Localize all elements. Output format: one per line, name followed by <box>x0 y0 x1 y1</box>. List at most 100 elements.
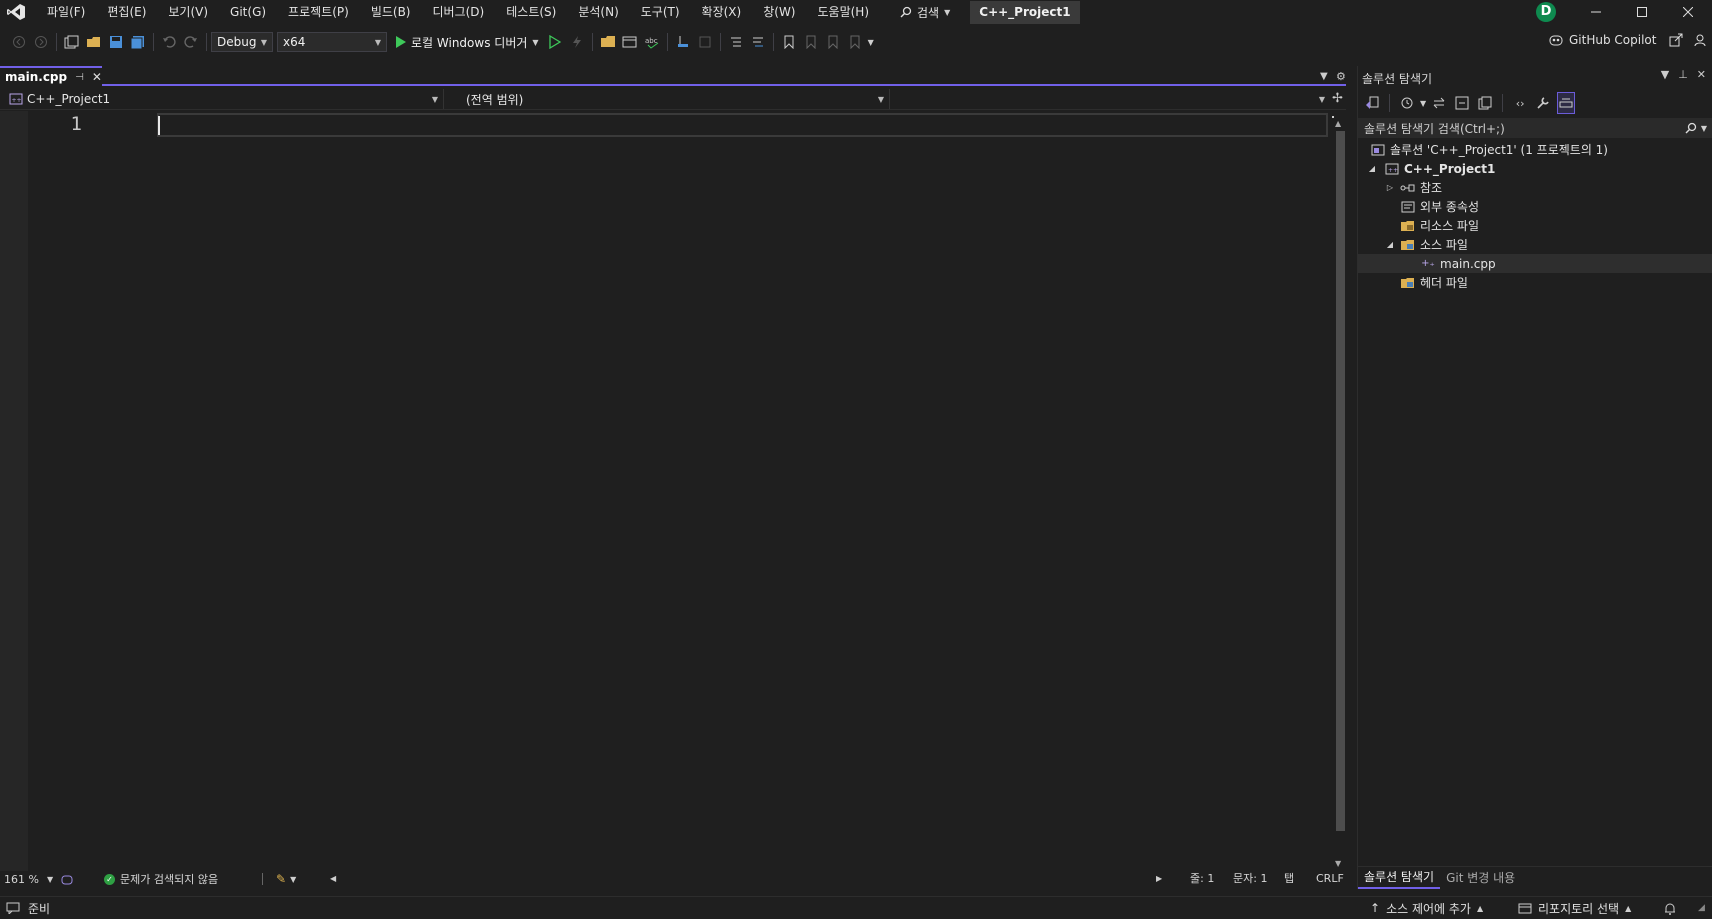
save-all-icon[interactable] <box>128 31 148 53</box>
layout-icon[interactable] <box>620 31 640 53</box>
solution-search-input[interactable]: 솔루션 탐색기 검색(Ctrl+;) ▼ <box>1358 118 1712 138</box>
menu-analyze[interactable]: 분석(N) <box>567 0 629 24</box>
back-icon[interactable] <box>9 31 29 53</box>
maximize-button[interactable] <box>1619 0 1665 24</box>
scrollbar-thumb[interactable] <box>1336 131 1345 831</box>
collapse-all-icon[interactable] <box>1453 92 1471 114</box>
tab-git-changes[interactable]: Git 변경 내용 <box>1440 869 1521 886</box>
tree-item-external-dependencies[interactable]: 외부 종속성 <box>1358 197 1712 216</box>
tree-item-solution[interactable]: 솔루션 'C++_Project1' (1 프로젝트의 1) <box>1358 140 1712 159</box>
split-window-icon[interactable]: ✢ <box>1332 91 1343 106</box>
tree-item-main-cpp[interactable]: +₊ main.cpp <box>1358 254 1712 273</box>
vertical-scrollbar[interactable]: ▲ ▼ <box>1334 111 1346 871</box>
hot-reload-icon[interactable] <box>567 31 587 53</box>
tab-main-cpp[interactable]: main.cpp ⊣ ✕ <box>0 66 102 86</box>
tab-list-dropdown-icon[interactable]: ▼ <box>1320 66 1328 86</box>
start-debugging-button[interactable]: 로컬 Windows 디버거 ▼ <box>395 34 539 51</box>
save-icon[interactable] <box>106 31 126 53</box>
zoom-select[interactable]: 161 % ▼ <box>4 871 73 887</box>
line-ending[interactable]: CRLF <box>1316 871 1344 887</box>
menu-help[interactable]: 도움말(H) <box>807 0 881 24</box>
avatar[interactable]: D <box>1536 2 1556 22</box>
pin-icon[interactable]: ⊥ <box>1678 68 1688 81</box>
menu-debug[interactable]: 디버그(D) <box>422 0 496 24</box>
code-editor[interactable]: 1 ▲ ▼ <box>0 111 1346 871</box>
minimize-button[interactable] <box>1573 0 1619 24</box>
next-bookmark-icon[interactable] <box>823 31 843 53</box>
new-project-icon[interactable] <box>62 31 82 53</box>
close-window-button[interactable] <box>1665 0 1711 24</box>
copilot-status-icon[interactable] <box>61 874 73 885</box>
gear-icon[interactable]: ⚙ <box>1336 66 1346 86</box>
start-without-debugging-icon[interactable] <box>545 31 565 53</box>
code-cleanup-button[interactable]: ✎ ▼ <box>276 871 296 887</box>
member-select[interactable]: ▼ <box>894 89 1330 109</box>
forward-icon[interactable] <box>31 31 51 53</box>
undo-icon[interactable] <box>159 31 179 53</box>
menu-view[interactable]: 보기(V) <box>157 0 219 24</box>
uncomment-icon[interactable] <box>748 31 768 53</box>
notifications-button[interactable] <box>1664 897 1676 919</box>
visual-studio-logo-icon[interactable] <box>3 0 29 24</box>
menu-test[interactable]: 테스트(S) <box>495 0 567 24</box>
project-scope-select[interactable]: ++ C++_Project1 ▼ <box>4 89 444 109</box>
configuration-select[interactable]: Debug ▼ <box>211 32 273 52</box>
chevron-down-icon[interactable]: ▼ <box>1701 124 1707 133</box>
menu-edit[interactable]: 편집(E) <box>96 0 157 24</box>
menu-extensions[interactable]: 확장(X) <box>691 0 753 24</box>
previous-bookmark-icon[interactable] <box>801 31 821 53</box>
scroll-down-icon[interactable]: ▼ <box>1335 859 1341 868</box>
close-tab-icon[interactable]: ✕ <box>92 70 102 84</box>
expanded-arrow-icon[interactable]: ◢ <box>1366 164 1378 173</box>
solution-folder-icon[interactable] <box>598 31 618 53</box>
add-to-source-control-button[interactable]: ↑ 소스 제어에 추가 ▲ <box>1370 897 1483 919</box>
tab-solution-explorer[interactable]: 솔루션 탐색기 <box>1358 867 1441 889</box>
platform-select[interactable]: x64 ▼ <box>277 32 387 52</box>
properties-icon[interactable] <box>1534 92 1552 114</box>
scroll-left-icon[interactable]: ◀ <box>330 874 336 883</box>
tree-item-header-files[interactable]: 헤더 파일 <box>1358 273 1712 292</box>
menu-build[interactable]: 빌드(B) <box>360 0 422 24</box>
menu-git[interactable]: Git(G) <box>219 0 277 24</box>
clear-bookmarks-icon[interactable] <box>845 31 865 53</box>
expanded-arrow-icon[interactable]: ◢ <box>1384 240 1396 249</box>
switch-views-icon[interactable] <box>1363 92 1381 114</box>
scroll-up-icon[interactable]: ▲ <box>1335 119 1341 128</box>
window-options-icon[interactable]: ▼ <box>1661 68 1669 81</box>
sync-icon[interactable] <box>1430 92 1448 114</box>
issues-indicator[interactable]: ✓ 문제가 검색되지 않음 <box>104 871 218 887</box>
global-scope-select[interactable]: (전역 범위) ▼ <box>448 89 890 109</box>
history-icon[interactable] <box>1398 92 1416 114</box>
github-copilot-button[interactable]: GitHub Copilot <box>1548 33 1708 47</box>
comment-out-icon[interactable] <box>726 31 746 53</box>
preview-selected-icon[interactable] <box>1557 92 1576 114</box>
char-position[interactable]: 문자: 1 <box>1233 871 1267 887</box>
pin-icon[interactable]: ⊣ <box>75 72 84 83</box>
tree-item-resource-files[interactable]: 리소스 파일 <box>1358 216 1712 235</box>
output-icon[interactable] <box>6 902 20 914</box>
menu-tools[interactable]: 도구(T) <box>630 0 691 24</box>
breakpoint-icon[interactable] <box>695 31 715 53</box>
tree-item-source-files[interactable]: ◢ 소스 파일 <box>1358 235 1712 254</box>
indicator-margin[interactable] <box>0 111 28 871</box>
menu-project[interactable]: 프로젝트(P) <box>277 0 360 24</box>
resize-grip-icon[interactable]: ◢ <box>1698 897 1705 919</box>
scroll-right-icon[interactable]: ▶ <box>1156 874 1162 883</box>
collapsed-arrow-icon[interactable]: ▷ <box>1384 183 1396 192</box>
select-repository-button[interactable]: 리포지토리 선택 ▲ <box>1518 897 1631 919</box>
open-file-icon[interactable] <box>84 31 104 53</box>
view-code-icon[interactable]: ‹› <box>1511 92 1529 114</box>
close-icon[interactable]: ✕ <box>1697 68 1706 81</box>
line-position[interactable]: 줄: 1 <box>1190 871 1214 887</box>
horizontal-scrollbar[interactable]: ◀ ▶ <box>330 874 1162 884</box>
menu-window[interactable]: 창(W) <box>752 0 806 24</box>
indent-mode[interactable]: 탭 <box>1284 871 1294 887</box>
menu-file[interactable]: 파일(F) <box>36 0 96 24</box>
tree-item-references[interactable]: ▷ 참조 <box>1358 178 1712 197</box>
tree-item-project[interactable]: ◢ ++ C++_Project1 <box>1358 159 1712 178</box>
step-icon[interactable] <box>673 31 693 53</box>
redo-icon[interactable] <box>181 31 201 53</box>
toolbar-overflow-icon[interactable]: ▼ <box>868 38 874 47</box>
menu-search[interactable]: 검색 ▼ <box>892 4 958 21</box>
bookmark-icon[interactable] <box>779 31 799 53</box>
